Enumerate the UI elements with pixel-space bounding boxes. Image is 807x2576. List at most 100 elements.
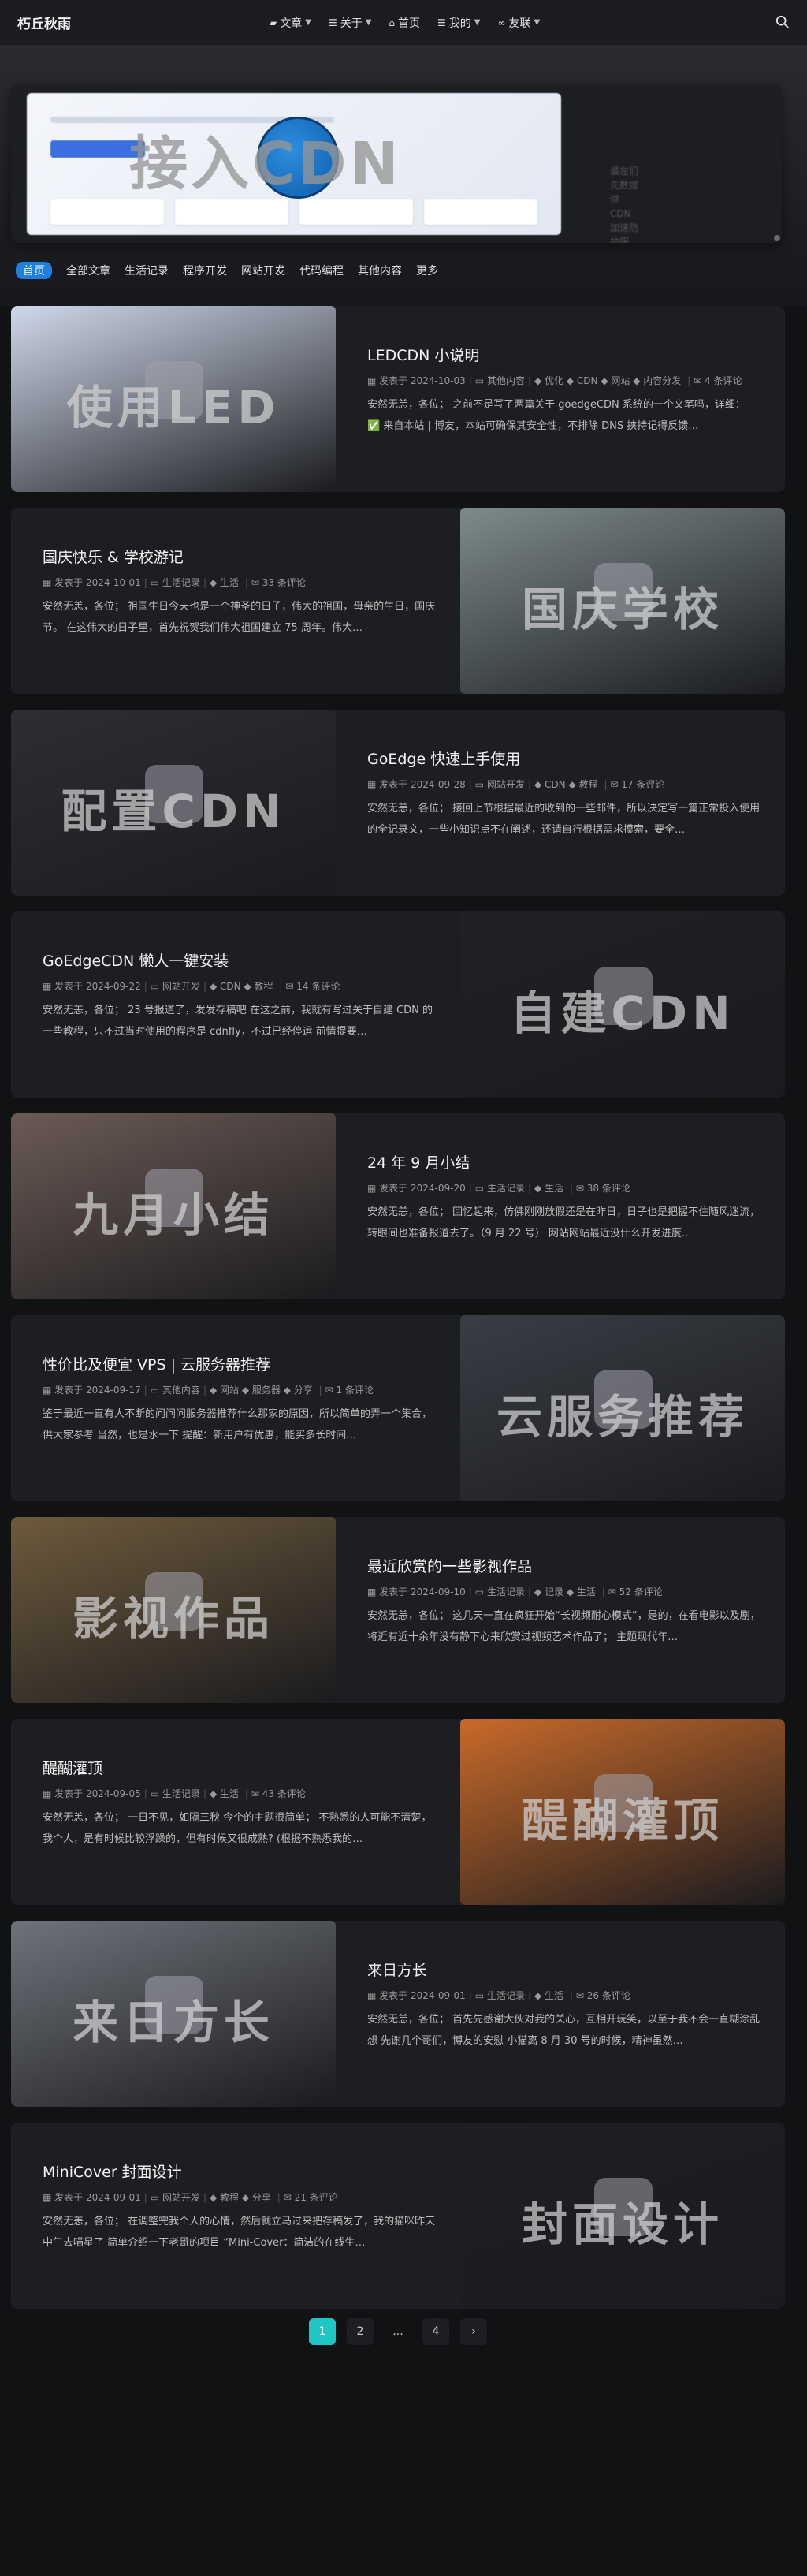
post-comments[interactable]: 26 条评论 [587, 1990, 630, 2001]
cover-text: 配置CDN [61, 785, 286, 838]
post-card[interactable]: 云服务推荐 性价比及便宜 VPS | 云服务器推荐 ▦ 发表于 2024-09-17… [11, 1315, 785, 1501]
post-tag[interactable]: 教程 [220, 2192, 242, 2203]
post-comments[interactable]: 52 条评论 [619, 1586, 663, 1597]
hero-banner[interactable]: 接入CDN 最左们先数提供 CDN 加速防护服务，免费提供 [11, 85, 782, 243]
post-comments[interactable]: 1 条评论 [337, 1385, 374, 1396]
nav-item-4[interactable]: ∞ 友联 ▼ [498, 15, 541, 31]
post-cover-image[interactable]: 国庆学校 [460, 508, 785, 694]
post-comments[interactable]: 43 条评论 [262, 1788, 306, 1799]
post-comments[interactable]: 4 条评论 [705, 375, 742, 386]
post-title[interactable]: 醍醐灌顶 [43, 1757, 102, 1778]
post-tag[interactable]: CDN [545, 779, 568, 790]
nav-item-0[interactable]: ▰ 文章 ▼ [270, 15, 311, 31]
post-category[interactable]: 网站开发 [162, 2192, 200, 2203]
post-cover-image[interactable]: 封面设计 [460, 2123, 785, 2309]
post-title[interactable]: 来日方长 [367, 1959, 427, 1980]
post-tag[interactable]: 网站 [611, 375, 633, 386]
post-category[interactable]: 其他内容 [162, 1385, 200, 1396]
post-cover-image[interactable]: 醍醐灌顶 [460, 1719, 785, 1905]
comment-icon: ✉ [610, 779, 622, 790]
post-title[interactable]: 24 年 9 月小结 [367, 1151, 470, 1172]
post-category[interactable]: 生活记录 [487, 1586, 525, 1597]
divider: | [468, 779, 472, 790]
post-cover-image[interactable]: 云服务推荐 [460, 1315, 785, 1501]
list-icon: ☰ [328, 17, 337, 28]
post-tag[interactable]: 生活 [577, 1586, 599, 1597]
tab-4[interactable]: 网站开发 [241, 263, 285, 278]
search-icon[interactable] [775, 15, 790, 29]
post-comments[interactable]: 17 条评论 [621, 779, 664, 790]
post-comments[interactable]: 21 条评论 [295, 2192, 338, 2203]
post-tag[interactable]: 分享 [294, 1385, 316, 1396]
post-card[interactable]: 自建CDN GoEdgeCDN 懒人一键安装 ▦ 发表于 2024-09-22 | ▭ … [11, 911, 785, 1098]
post-comments[interactable]: 14 条评论 [296, 981, 340, 992]
post-card[interactable]: 来日方长 来日方长 ▦ 发表于 2024-09-01 | ▭ 生活记录 | ◆ 生活 | ✉ … [11, 1921, 785, 2107]
post-tag[interactable]: 内容分发 [643, 375, 684, 386]
post-tag[interactable]: CDN [220, 981, 244, 992]
post-title[interactable]: 国庆快乐 & 学校游记 [43, 546, 184, 567]
tab-3[interactable]: 程序开发 [183, 263, 227, 278]
post-card[interactable]: 影视作品 最近欣赏的一些影视作品 ▦ 发表于 2024-09-10 | ▭ 生活记录 | ◆… [11, 1517, 785, 1703]
post-cover-image[interactable]: 使用LED [11, 306, 336, 492]
post-tag[interactable]: 教程 [255, 981, 277, 992]
post-card[interactable]: 使用LED LEDCDN 小说明 ▦ 发表于 2024-10-03 | ▭ 其他内容 | ◆… [11, 306, 785, 492]
nav-item-2[interactable]: ⌂ 首页 [389, 15, 420, 31]
post-title[interactable]: LEDCDN 小说明 [367, 344, 479, 365]
tab-6[interactable]: 其他内容 [358, 263, 402, 278]
tab-7[interactable]: 更多 [416, 263, 438, 278]
post-tag[interactable]: 优化 [545, 375, 567, 386]
post-tag[interactable]: 记录 [545, 1586, 567, 1597]
post-card[interactable]: 九月小结 24 年 9 月小结 ▦ 发表于 2024-09-20 | ▭ 生活记录 | ◆ … [11, 1113, 785, 1299]
site-logo[interactable]: 朽丘秋雨 [17, 13, 254, 32]
post-category[interactable]: 其他内容 [487, 375, 525, 386]
post-category[interactable]: 生活记录 [162, 577, 200, 588]
post-card[interactable]: 封面设计 MiniCover 封面设计 ▦ 发表于 2024-09-01 | ▭ 网站开… [11, 2123, 785, 2309]
post-tag[interactable]: 生活 [545, 1183, 567, 1194]
post-comments[interactable]: 33 条评论 [262, 577, 306, 588]
tab-5[interactable]: 代码编程 [299, 263, 344, 278]
post-category[interactable]: 生活记录 [162, 1788, 200, 1799]
post-title[interactable]: MiniCover 封面设计 [43, 2160, 182, 2182]
tag-icon: ◆ [210, 981, 221, 992]
post-title[interactable]: GoEdge 快速上手使用 [367, 747, 520, 769]
tab-2[interactable]: 生活记录 [125, 263, 169, 278]
post-tag[interactable]: CDN [577, 375, 601, 386]
page-button[interactable]: 2 [347, 2318, 374, 2345]
tab-0[interactable]: 首页 [16, 262, 52, 279]
post-tag[interactable]: 生活 [220, 1788, 242, 1799]
tab-1[interactable]: 全部文章 [66, 263, 110, 278]
post-cover-image[interactable]: 配置CDN [11, 710, 336, 896]
post-tag[interactable]: 生活 [220, 577, 242, 588]
post-card[interactable]: 醍醐灌顶 醍醐灌顶 ▦ 发表于 2024-09-05 | ▭ 生活记录 | ◆ 生活 | ✉ … [11, 1719, 785, 1905]
page-button[interactable]: 4 [422, 2318, 449, 2345]
post-category[interactable]: 生活记录 [487, 1990, 525, 2001]
post-excerpt: 安然无恙，各位； 祖国生日今天也是一个神圣的日子，伟大的祖国，母亲的生日，国庆节… [43, 601, 436, 634]
post-card[interactable]: 国庆学校 国庆快乐 & 学校游记 ▦ 发表于 2024-10-01 | ▭ 生活记录 | ◆… [11, 508, 785, 694]
post-cover-image[interactable]: 来日方长 [11, 1921, 336, 2107]
post-category[interactable]: 网站开发 [487, 779, 525, 790]
nav-item-3[interactable]: ☰ 我的 ▼ [437, 15, 480, 31]
post-excerpt: 鉴于最近一直有人不断的问问问服务器推荐什么那家的原因，所以简单的弄一个集合，供大… [43, 1408, 433, 1441]
divider: | [244, 577, 248, 588]
post-category[interactable]: 生活记录 [487, 1183, 525, 1194]
post-tag[interactable]: 分享 [252, 2192, 274, 2203]
post-meta: ▦ 发表于 2024-09-05 | ▭ 生活记录 | ◆ 生活 | ✉ 43 条评论 [43, 1785, 444, 1802]
post-title[interactable]: 最近欣赏的一些影视作品 [367, 1555, 532, 1576]
carousel-dots[interactable] [774, 235, 780, 243]
category-icon: ▭ [474, 375, 487, 386]
post-category[interactable]: 网站开发 [162, 981, 200, 992]
post-title[interactable]: 性价比及便宜 VPS | 云服务器推荐 [43, 1353, 270, 1374]
post-cover-image[interactable]: 影视作品 [11, 1517, 336, 1703]
post-cover-image[interactable]: 自建CDN [460, 911, 785, 1098]
post-comments[interactable]: 38 条评论 [587, 1183, 630, 1194]
post-tag[interactable]: 网站 [220, 1385, 242, 1396]
next-page-button[interactable]: › [460, 2318, 487, 2345]
post-tag[interactable]: 服务器 [252, 1385, 284, 1396]
post-cover-image[interactable]: 九月小结 [11, 1113, 336, 1299]
post-title[interactable]: GoEdgeCDN 懒人一键安装 [43, 949, 229, 971]
page-button[interactable]: 1 [309, 2318, 336, 2345]
post-tag[interactable]: 教程 [579, 779, 601, 790]
post-card[interactable]: 配置CDN GoEdge 快速上手使用 ▦ 发表于 2024-09-28 | ▭ 网站开… [11, 710, 785, 896]
nav-item-1[interactable]: ☰ 关于 ▼ [329, 15, 371, 31]
post-tag[interactable]: 生活 [545, 1990, 567, 2001]
